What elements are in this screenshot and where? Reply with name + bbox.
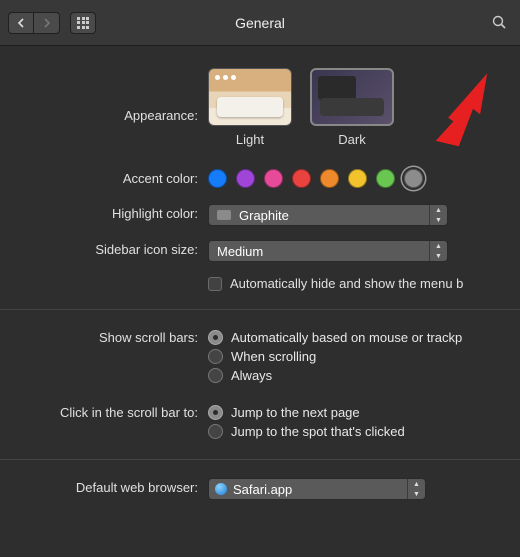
highlight-select[interactable]: Graphite ▲▼ (208, 204, 448, 226)
scrollbars-label: Show scroll bars: (0, 328, 208, 345)
stepper-icon: ▲▼ (429, 241, 447, 261)
accent-swatch[interactable] (236, 169, 255, 188)
browser-select[interactable]: Safari.app ▲▼ (208, 478, 426, 500)
radio-icon (208, 405, 223, 420)
search-icon (492, 15, 507, 30)
browser-row: Default web browser: Safari.app ▲▼ (0, 474, 520, 504)
separator (0, 459, 520, 460)
stepper-icon: ▲▼ (429, 205, 447, 225)
scrollbars-option-auto[interactable]: Automatically based on mouse or trackp (208, 330, 520, 345)
browser-label: Default web browser: (0, 478, 208, 495)
show-all-button[interactable] (70, 12, 96, 34)
highlight-row: Highlight color: Graphite ▲▼ (0, 200, 520, 230)
scrollbar-click-option-page[interactable]: Jump to the next page (208, 405, 520, 420)
content: Appearance: Light Dark Accent color: Hig… (0, 46, 520, 504)
stepper-icon: ▲▼ (407, 479, 425, 499)
back-button[interactable] (8, 12, 34, 34)
toolbar: General (0, 0, 520, 46)
scrollbars-row: Show scroll bars: Automatically based on… (0, 324, 520, 389)
radio-label: Jump to the next page (231, 405, 360, 420)
accent-swatch[interactable] (292, 169, 311, 188)
browser-value: Safari.app (233, 482, 292, 497)
dark-thumb (310, 68, 394, 126)
scrollbar-click-label: Click in the scroll bar to: (0, 403, 208, 420)
appearance-option-label: Dark (310, 132, 394, 147)
radio-icon (208, 349, 223, 364)
search-button[interactable] (486, 12, 512, 34)
accent-swatch[interactable] (320, 169, 339, 188)
chevron-right-icon (43, 18, 51, 28)
radio-icon (208, 424, 223, 439)
light-thumb (208, 68, 292, 126)
appearance-option-dark[interactable]: Dark (310, 68, 394, 147)
sidebar-size-value: Medium (217, 244, 263, 259)
accent-row: Accent color: (0, 165, 520, 192)
sidebar-size-row: Sidebar icon size: Medium ▲▼ (0, 236, 520, 266)
accent-label: Accent color: (0, 169, 208, 186)
forward-button[interactable] (34, 12, 60, 34)
accent-swatches (208, 169, 423, 188)
scrollbar-click-row: Click in the scroll bar to: Jump to the … (0, 399, 520, 445)
radio-label: Automatically based on mouse or trackp (231, 330, 462, 345)
grid-icon (77, 17, 89, 29)
menubar-autohide-checkbox[interactable] (208, 277, 222, 291)
sidebar-size-select[interactable]: Medium ▲▼ (208, 240, 448, 262)
accent-swatch[interactable] (376, 169, 395, 188)
sidebar-size-label: Sidebar icon size: (0, 240, 208, 257)
appearance-thumbs: Light Dark (208, 68, 394, 147)
scrollbars-option-always[interactable]: Always (208, 368, 520, 383)
menubar-row: Automatically hide and show the menu b (0, 272, 520, 295)
radio-icon (208, 330, 223, 345)
radio-label: Always (231, 368, 272, 383)
radio-icon (208, 368, 223, 383)
chevron-left-icon (17, 18, 25, 28)
appearance-label: Appearance: (0, 68, 208, 123)
accent-swatch[interactable] (348, 169, 367, 188)
accent-swatch[interactable] (208, 169, 227, 188)
scrollbar-click-option-spot[interactable]: Jump to the spot that's clicked (208, 424, 520, 439)
highlight-value: Graphite (239, 208, 289, 223)
appearance-option-light[interactable]: Light (208, 68, 292, 147)
menubar-autohide-label: Automatically hide and show the menu b (230, 276, 463, 291)
scrollbars-option-scrolling[interactable]: When scrolling (208, 349, 520, 364)
accent-swatch[interactable] (404, 169, 423, 188)
safari-icon (215, 483, 227, 495)
radio-label: When scrolling (231, 349, 316, 364)
appearance-row: Appearance: Light Dark (0, 64, 520, 151)
appearance-option-label: Light (208, 132, 292, 147)
nav-buttons (8, 12, 60, 34)
radio-label: Jump to the spot that's clicked (231, 424, 405, 439)
separator (0, 309, 520, 310)
highlight-label: Highlight color: (0, 204, 208, 221)
accent-swatch[interactable] (264, 169, 283, 188)
highlight-swatch-icon (217, 210, 231, 220)
